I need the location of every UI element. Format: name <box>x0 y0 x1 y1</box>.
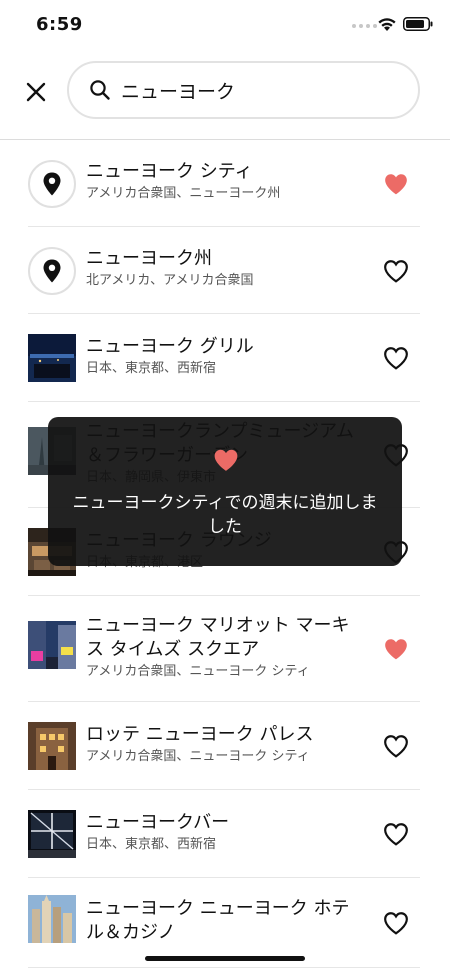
result-row[interactable]: ニューヨークバー日本、東京都、西新宿 <box>28 790 420 878</box>
result-thumbnail <box>28 621 76 669</box>
heart-outline-icon[interactable] <box>382 910 410 936</box>
heart-outline-icon[interactable] <box>382 733 410 759</box>
result-thumbnail <box>28 334 76 382</box>
result-text: ニューヨークバー日本、東京都、西新宿 <box>86 811 366 854</box>
result-title: ニューヨーク シティ <box>86 161 253 182</box>
result-row[interactable]: ニューヨーク シティアメリカ合衆国、ニューヨーク州 <box>28 140 420 227</box>
heart-filled-icon[interactable] <box>382 636 410 662</box>
location-pin-icon <box>28 160 76 208</box>
search-input[interactable] <box>121 79 391 101</box>
result-text: ロッテ ニューヨーク パレスアメリカ合衆国、ニューヨーク シティ <box>86 723 366 766</box>
home-indicator[interactable] <box>145 956 305 961</box>
wifi-icon <box>378 18 396 31</box>
heart-outline-icon[interactable] <box>382 258 410 284</box>
signal-icon <box>352 24 377 28</box>
toast: ニューヨークシティでの週末に追加しました <box>48 417 402 566</box>
heart-filled-icon[interactable] <box>382 171 410 197</box>
result-title: ニューヨークバー <box>86 812 230 833</box>
close-icon <box>26 82 46 102</box>
heart-outline-icon[interactable] <box>382 821 410 847</box>
result-subtitle: アメリカ合衆国、ニューヨーク シティ <box>86 664 310 679</box>
result-subtitle: 北アメリカ、アメリカ合衆国 <box>86 273 254 288</box>
search-icon <box>89 79 111 101</box>
result-subtitle: 日本、東京都、西新宿 <box>86 837 217 852</box>
heart-icon <box>214 449 238 471</box>
result-row[interactable]: ニューヨーク マリオット マーキス タイムズ スクエアアメリカ合衆国、ニューヨー… <box>28 596 420 702</box>
result-row[interactable]: ニューヨーク州北アメリカ、アメリカ合衆国 <box>28 227 420 314</box>
result-row[interactable]: ロッテ ニューヨーク パレスアメリカ合衆国、ニューヨーク シティ <box>28 702 420 790</box>
result-title: ニューヨーク ニューヨーク ホテル＆カジノ <box>86 898 350 943</box>
status-bar: 6:59 <box>0 0 450 50</box>
screen: 6:59 ニューヨーク ニューヨーク シティ アメリカ合衆国、ニューヨーク州 ニ… <box>0 0 450 972</box>
result-title: ニューヨーク マリオット マーキス タイムズ スクエア <box>86 615 350 660</box>
result-title: ロッテ ニューヨーク パレス <box>86 724 314 745</box>
result-text: ニューヨーク州北アメリカ、アメリカ合衆国 <box>86 247 366 290</box>
status-time: 6:59 <box>36 14 83 35</box>
search-box[interactable] <box>67 61 420 119</box>
result-title: ニューヨーク州 <box>86 248 212 269</box>
result-text: ニューヨーク シティアメリカ合衆国、ニューヨーク州 <box>86 160 366 203</box>
result-text: ニューヨーク グリル日本、東京都、西新宿 <box>86 335 366 378</box>
result-subtitle: 日本、東京都、西新宿 <box>86 361 217 376</box>
result-thumbnail <box>28 722 76 770</box>
result-subtitle: アメリカ合衆国、ニューヨーク州 <box>86 186 281 201</box>
result-thumbnail <box>28 810 76 858</box>
heart-outline-icon[interactable] <box>382 345 410 371</box>
result-row[interactable]: ニューヨーク グリル日本、東京都、西新宿 <box>28 314 420 402</box>
result-thumbnail <box>28 895 76 943</box>
result-title: ニューヨーク グリル <box>86 336 254 357</box>
close-button[interactable] <box>20 76 52 108</box>
result-text: ニューヨーク マリオット マーキス タイムズ スクエアアメリカ合衆国、ニューヨー… <box>86 614 366 681</box>
location-pin-icon <box>28 247 76 295</box>
result-row[interactable]: ニューヨーク ニューヨーク ホテル＆カジノ <box>28 878 420 968</box>
toast-message: ニューヨークシティでの週末に追加しました <box>72 493 378 537</box>
result-text: ニューヨーク ニューヨーク ホテル＆カジノ <box>86 897 366 946</box>
search-header <box>0 50 450 140</box>
battery-icon <box>403 17 433 31</box>
result-subtitle: アメリカ合衆国、ニューヨーク シティ <box>86 749 310 764</box>
